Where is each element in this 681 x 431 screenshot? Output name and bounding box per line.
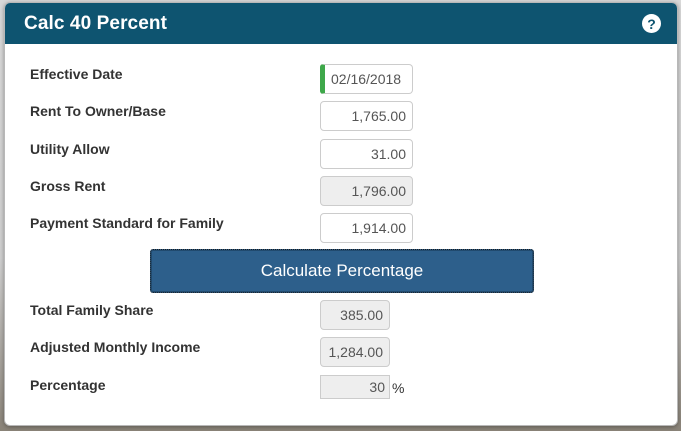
gross-rent-label: Gross Rent	[30, 178, 106, 194]
payment-standard-row: Payment Standard for Family 1,914.00	[30, 213, 677, 243]
dialog-header: Calc 40 Percent ?	[5, 3, 677, 44]
percentage-field: 30	[320, 375, 390, 399]
rent-to-owner-label: Rent To Owner/Base	[30, 103, 166, 119]
effective-date-label: Effective Date	[30, 66, 123, 82]
effective-date-row: Effective Date 02/16/2018	[30, 64, 677, 94]
question-circle-icon[interactable]: ?	[642, 14, 661, 33]
calc-40-percent-dialog: Calc 40 Percent ? Effective Date 02/16/2…	[4, 2, 678, 426]
percentage-row: Percentage 30 %	[30, 375, 677, 403]
dialog-title: Calc 40 Percent	[24, 12, 168, 34]
adjusted-monthly-income-field: 1,284.00	[320, 337, 390, 367]
adjusted-monthly-income-row: Adjusted Monthly Income 1,284.00	[30, 337, 677, 367]
rent-to-owner-input[interactable]: 1,765.00	[320, 101, 413, 131]
utility-allow-input[interactable]: 31.00	[320, 139, 413, 169]
gross-rent-field: 1,796.00	[320, 176, 413, 206]
utility-allow-label: Utility Allow	[30, 141, 110, 157]
effective-date-input[interactable]: 02/16/2018	[320, 64, 413, 94]
gross-rent-row: Gross Rent 1,796.00	[30, 176, 677, 206]
total-family-share-row: Total Family Share 385.00	[30, 300, 677, 330]
total-family-share-label: Total Family Share	[30, 302, 154, 318]
rent-to-owner-row: Rent To Owner/Base 1,765.00	[30, 101, 677, 131]
percent-unit: %	[392, 380, 405, 396]
percentage-label: Percentage	[30, 377, 106, 393]
payment-standard-label: Payment Standard for Family	[30, 215, 224, 231]
total-family-share-field: 385.00	[320, 300, 390, 330]
adjusted-monthly-income-label: Adjusted Monthly Income	[30, 339, 201, 355]
payment-standard-input[interactable]: 1,914.00	[320, 213, 413, 243]
calculate-percentage-button[interactable]: Calculate Percentage	[150, 249, 534, 293]
utility-allow-row: Utility Allow 31.00	[30, 139, 677, 169]
